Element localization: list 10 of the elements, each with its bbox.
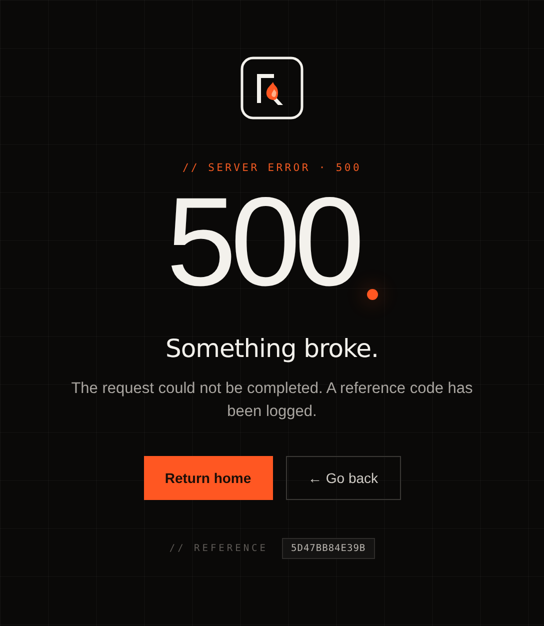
- error-label: // SERVER ERROR · 500: [182, 162, 362, 174]
- accent-dot: [366, 289, 378, 300]
- go-back-button[interactable]: ← Go back: [286, 456, 400, 500]
- reference-label: // REFERENCE: [169, 543, 268, 554]
- logo-icon: [240, 56, 304, 120]
- error-heading: Something broke.: [166, 334, 378, 363]
- reference-code: 5D47BB84E39B: [282, 538, 375, 559]
- error-message: The request could not be completed. A reference code has been logged.: [70, 379, 474, 422]
- error-code: 500: [166, 188, 359, 296]
- return-home-button[interactable]: Return home: [144, 456, 272, 500]
